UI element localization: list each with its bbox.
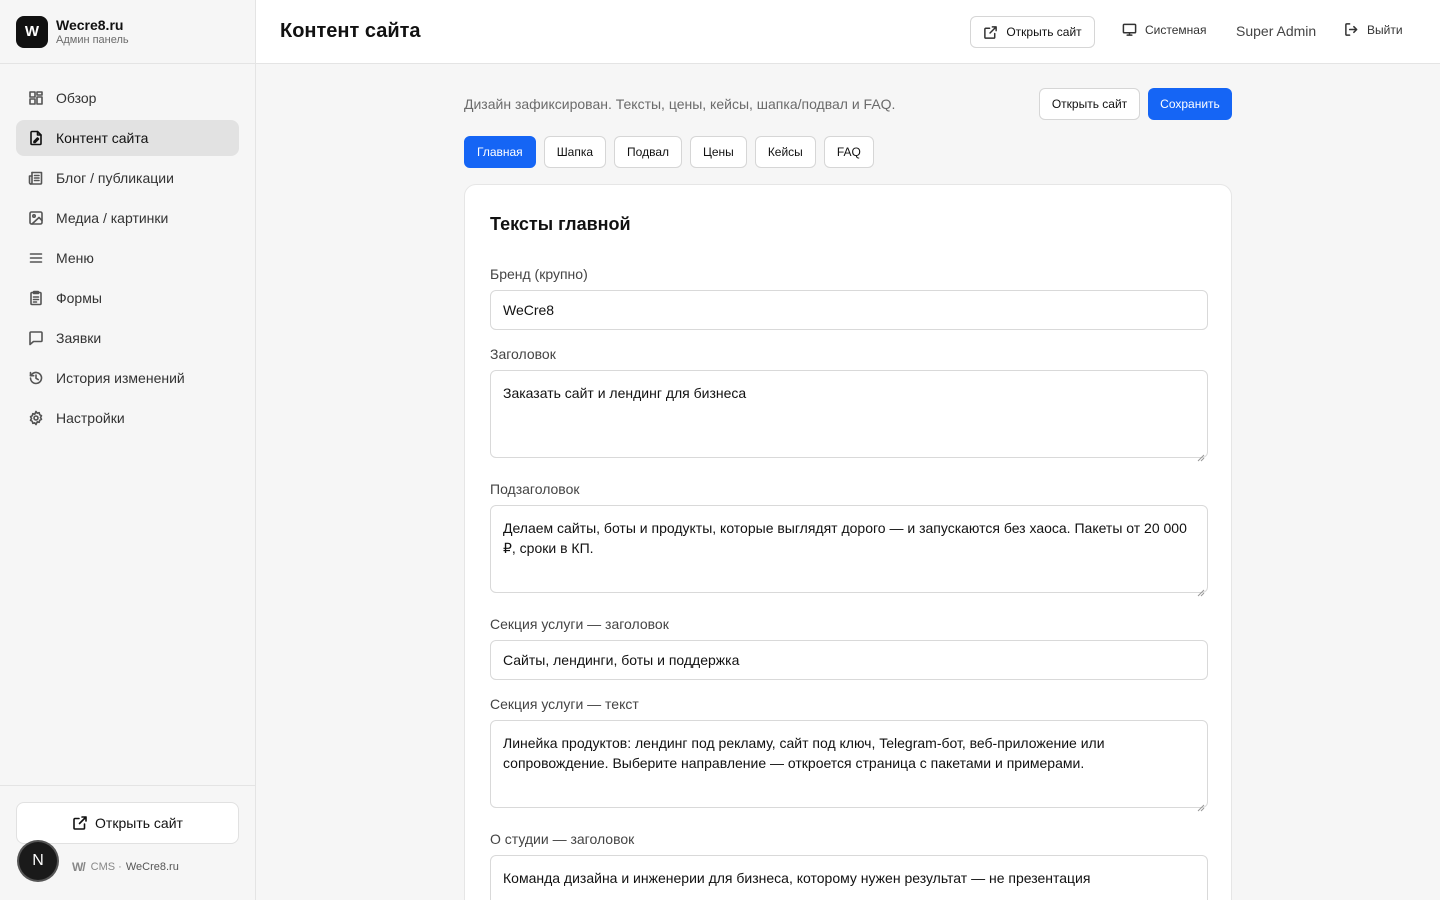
resize-handle-icon[interactable] (1197, 797, 1205, 812)
external-link-icon (984, 25, 998, 39)
save-button[interactable]: Сохранить (1148, 88, 1232, 120)
external-link-icon (73, 816, 87, 830)
file-edit-icon (28, 130, 44, 146)
topbar: Контент сайта Открыть сайт Системная Sup… (256, 0, 1440, 64)
dashboard-icon (28, 90, 44, 106)
tab-header[interactable]: Шапка (543, 136, 607, 168)
cms-credit: W/ CMS · WeCre8.ru (72, 860, 179, 874)
sidebar-item-label: Обзор (56, 90, 97, 106)
newspaper-icon (28, 170, 44, 186)
wecre8-mark-icon: W/ (72, 860, 86, 874)
brand-field[interactable]: WeCre8 (490, 290, 1208, 330)
cms-site: WeCre8.ru (125, 861, 179, 873)
brand-name: Wecre8.ru (56, 16, 124, 33)
services-title-field[interactable]: Сайты, лендинги, боты и поддержка (490, 640, 1208, 680)
user-name: Super Admin (1236, 23, 1317, 39)
theme-toggle[interactable]: Системная (1122, 22, 1206, 37)
brand-subtitle: Админ панель (56, 33, 129, 46)
title-field[interactable]: Заказать сайт и лендинг для бизнеса (490, 370, 1208, 462)
about-title-label: О студии — заголовок (490, 831, 635, 847)
logout-button[interactable]: Выйти (1344, 22, 1403, 37)
services-text-field[interactable]: Линейка продуктов: лендинг под рекламу, … (490, 720, 1208, 812)
content-tabs: Главная Шапка Подвал Цены Кейсы FAQ (464, 136, 882, 168)
sidebar-item-settings[interactable]: Настройки (16, 400, 239, 436)
tab-cases[interactable]: Кейсы (754, 136, 816, 168)
subtitle-field-value: Делаем сайты, боты и продукты, которые в… (503, 520, 1187, 556)
sidebar-open-site-button[interactable]: Открыть сайт (16, 802, 239, 844)
sidebar-item-requests[interactable]: Заявки (16, 320, 239, 356)
tab-faq[interactable]: FAQ (823, 136, 874, 168)
sidebar-item-overview[interactable]: Обзор (16, 80, 239, 116)
services-title-label: Секция услуги — заголовок (490, 616, 669, 632)
sidebar-open-site-label: Открыть сайт (95, 815, 183, 831)
sidebar-item-content[interactable]: Контент сайта (16, 120, 239, 156)
sidebar-item-label: Блог / публикации (56, 170, 174, 186)
brand-field-label: Бренд (крупно) (490, 266, 588, 282)
resize-handle-icon[interactable] (1197, 582, 1205, 597)
card-title: Тексты главной (490, 214, 631, 234)
history-icon (28, 370, 44, 386)
page-hint: Дизайн зафиксирован. Тексты, цены, кейсы… (464, 96, 896, 112)
image-icon (28, 210, 44, 226)
logout-icon (1345, 23, 1358, 36)
about-title-field[interactable]: Команда дизайна и инженерии для бизнеса,… (490, 855, 1208, 900)
brand[interactable]: W Wecre8.ru Админ панель (0, 0, 255, 64)
sidebar-item-label: История изменений (56, 370, 185, 386)
sidebar-item-label: Контент сайта (56, 130, 149, 146)
home-texts-card: Тексты главной Бренд (крупно) WeCre8 Заг… (464, 184, 1232, 900)
clipboard-icon (28, 290, 44, 306)
title-field-label: Заголовок (490, 346, 556, 362)
sidebar-item-label: Заявки (56, 330, 102, 346)
menu-icon (28, 250, 44, 266)
sidebar-item-label: Формы (56, 290, 102, 306)
nextjs-badge[interactable]: N (19, 842, 57, 880)
tab-home[interactable]: Главная (464, 136, 536, 168)
header-open-site-label: Открыть сайт (1006, 25, 1082, 39)
monitor-icon (1122, 23, 1137, 36)
resize-handle-icon[interactable] (1197, 447, 1205, 462)
header-open-site-button[interactable]: Открыть сайт (970, 16, 1095, 48)
brand-logo: W (16, 15, 48, 48)
sidebar: W Wecre8.ru Админ панель Обзор Контент с… (0, 0, 256, 900)
gear-icon (28, 410, 44, 426)
sidebar-item-blog[interactable]: Блог / публикации (16, 160, 239, 196)
sidebar-item-label: Меню (56, 250, 94, 266)
sidebar-item-menu[interactable]: Меню (16, 240, 239, 276)
sidebar-item-label: Настройки (56, 410, 125, 426)
services-text-label: Секция услуги — текст (490, 696, 639, 712)
title-field-value: Заказать сайт и лендинг для бизнеса (503, 385, 747, 401)
tab-footer[interactable]: Подвал (614, 136, 682, 168)
sidebar-item-media[interactable]: Медиа / картинки (16, 200, 239, 236)
open-site-button[interactable]: Открыть сайт (1039, 88, 1140, 120)
services-text-value: Линейка продуктов: лендинг под рекламу, … (503, 735, 1105, 771)
message-icon (28, 330, 44, 346)
sidebar-nav: Обзор Контент сайта Блог / публикации Ме… (0, 64, 255, 436)
theme-label: Системная (1145, 22, 1207, 37)
subtitle-field[interactable]: Делаем сайты, боты и продукты, которые в… (490, 505, 1208, 597)
about-title-value: Команда дизайна и инженерии для бизнеса,… (503, 870, 1091, 886)
tab-prices[interactable]: Цены (690, 136, 747, 168)
sidebar-item-forms[interactable]: Формы (16, 280, 239, 316)
subtitle-field-label: Подзаголовок (490, 481, 580, 497)
sidebar-item-label: Медиа / картинки (56, 210, 169, 226)
page-title: Контент сайта (280, 20, 421, 42)
logout-label: Выйти (1367, 22, 1403, 37)
cms-label: CMS · (90, 861, 122, 873)
sidebar-item-history[interactable]: История изменений (16, 360, 239, 396)
